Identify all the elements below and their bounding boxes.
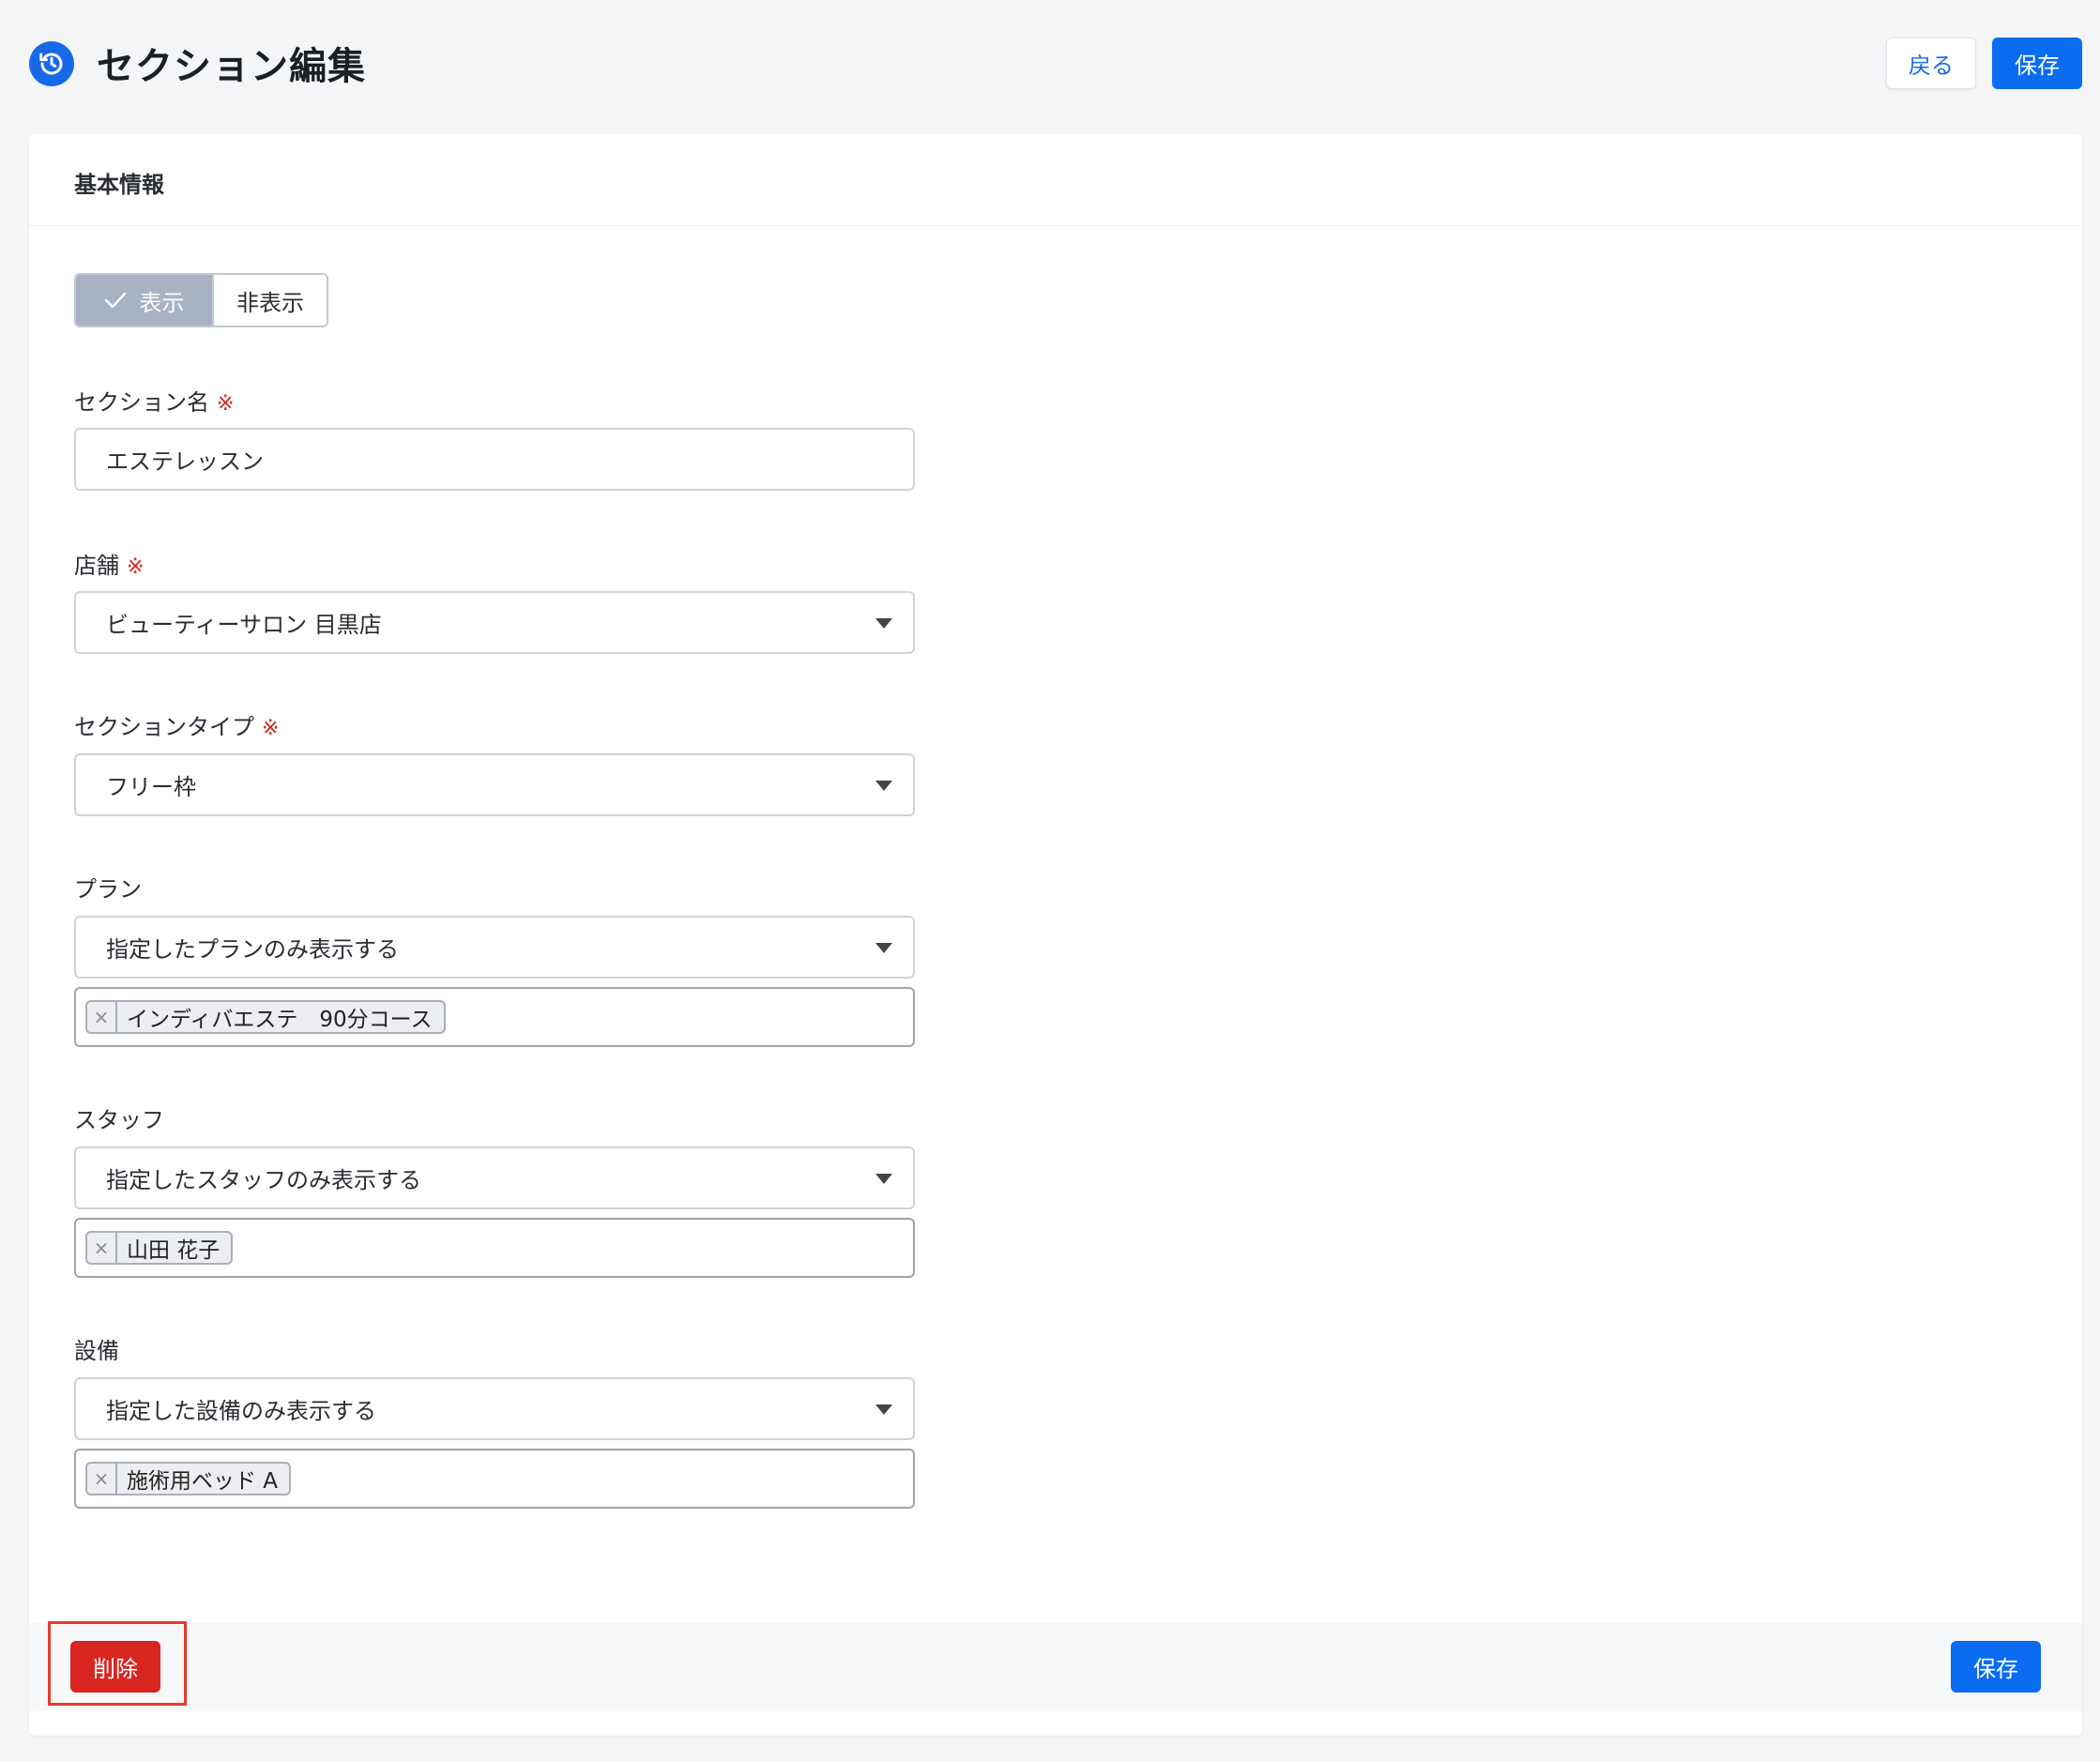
store-label: 店舗 ※	[74, 547, 144, 580]
staff-tag-label: 山田 花子	[127, 1238, 221, 1263]
equipment-tag: × 施術用ベッド A	[85, 1462, 292, 1495]
back-button[interactable]: 戻る	[1886, 38, 1976, 89]
remove-tag-icon[interactable]: ×	[87, 1233, 117, 1263]
section-type-label: セクションタイプ ※	[74, 708, 279, 741]
chevron-down-icon	[875, 1404, 892, 1415]
delete-button[interactable]: 削除	[70, 1641, 160, 1693]
chevron-down-icon	[875, 618, 892, 629]
card-title: 基本情報	[74, 172, 164, 198]
page-header-icon	[29, 41, 74, 86]
plan-select[interactable]: 指定したプランのみ表示する	[74, 916, 915, 979]
required-mark: ※	[262, 717, 280, 740]
staff-value: 指定したスタッフのみ表示する	[106, 1167, 421, 1193]
store-label-text: 店舗	[74, 553, 119, 579]
section-name-label-text: セクション名	[74, 389, 209, 416]
section-type-value: フリー枠	[106, 774, 196, 800]
visibility-on-button[interactable]: 表示	[76, 275, 212, 326]
staff-label: スタッフ	[74, 1107, 164, 1133]
visibility-on-label: 表示	[139, 289, 185, 316]
required-mark: ※	[217, 392, 235, 416]
plan-tag: × インディバエステ 90分コース	[85, 1000, 446, 1034]
equipment-select[interactable]: 指定した設備のみ表示する	[74, 1377, 915, 1440]
remove-tag-icon[interactable]: ×	[87, 1464, 117, 1494]
section-name-value: エステレッスン	[106, 448, 264, 475]
staff-tag: × 山田 花子	[85, 1231, 234, 1265]
card-header: 基本情報	[29, 134, 2082, 226]
plan-value: 指定したプランのみ表示する	[106, 936, 399, 963]
footer-actions	[29, 1623, 2082, 1711]
equipment-value: 指定した設備のみ表示する	[106, 1398, 376, 1424]
section-name-label: セクション名 ※	[74, 384, 234, 417]
plan-tag-input[interactable]: × インディバエステ 90分コース	[74, 987, 915, 1047]
visibility-off-button[interactable]: 非表示	[212, 275, 327, 326]
visibility-toggle: 表示 非表示	[74, 273, 328, 327]
required-mark: ※	[127, 555, 145, 579]
remove-tag-icon[interactable]: ×	[87, 1002, 117, 1032]
equipment-label: 設備	[74, 1338, 119, 1364]
checkmark-icon	[104, 292, 126, 309]
staff-tag-input[interactable]: × 山田 花子	[74, 1218, 915, 1278]
plan-tag-label: インディバエステ 90分コース	[127, 1008, 433, 1032]
section-type-label-text: セクションタイプ	[74, 714, 254, 740]
section-type-select[interactable]: フリー枠	[74, 753, 915, 816]
staff-select[interactable]: 指定したスタッフのみ表示する	[74, 1146, 915, 1209]
page-title: セクション編集	[97, 45, 366, 88]
save-button-top[interactable]: 保存	[1992, 38, 2082, 89]
store-select[interactable]: ビューティーサロン 目黒店	[74, 591, 915, 654]
section-name-input[interactable]: エステレッスン	[74, 428, 915, 491]
plan-label: プラン	[74, 876, 142, 903]
store-value: ビューティーサロン 目黒店	[106, 612, 382, 638]
basic-info-card: 基本情報 表示 非表示 セクション名 ※ エステレッスン 店舗 ※ ビューティーサロ…	[29, 134, 2082, 1736]
history-icon	[39, 53, 63, 75]
chevron-down-icon	[875, 1174, 892, 1184]
equipment-tag-label: 施術用ベッド A	[127, 1469, 279, 1494]
save-button-bottom[interactable]: 保存	[1951, 1641, 2041, 1693]
chevron-down-icon	[875, 943, 892, 953]
chevron-down-icon	[875, 781, 892, 791]
equipment-tag-input[interactable]: × 施術用ベッド A	[74, 1449, 915, 1509]
